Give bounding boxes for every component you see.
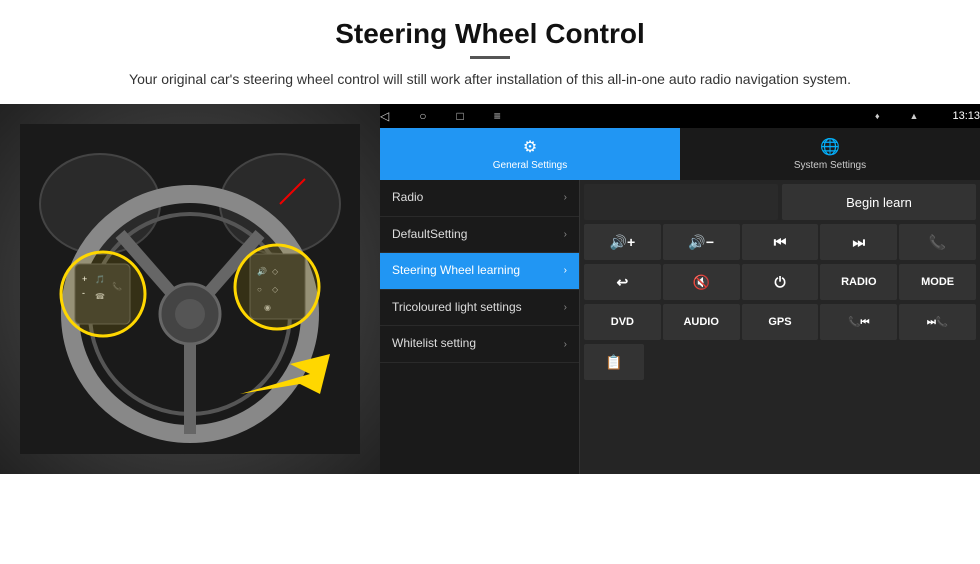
- next-button[interactable]: ⏭: [820, 224, 897, 260]
- chevron-right-icon: ›: [564, 229, 567, 240]
- square-icon[interactable]: □: [456, 109, 463, 123]
- gps-button[interactable]: GPS: [742, 304, 819, 340]
- mute-button[interactable]: 🔇: [663, 264, 740, 300]
- tab-bar: ⚙ General Settings 🌐 System Settings: [380, 128, 980, 180]
- chevron-right-icon: ›: [564, 192, 567, 203]
- car-image-section: + - 🎵 ☎ 📞 🔊 ◇ ○ ◇ ◉: [0, 104, 380, 474]
- radio-button[interactable]: RADIO: [820, 264, 897, 300]
- call-prev-button[interactable]: 📞⏮: [820, 304, 897, 340]
- phone-icon: 📞: [929, 234, 946, 251]
- prev-icon: ⏮: [774, 234, 787, 251]
- right-panel: Begin learn 🔊+ 🔊− ⏮: [580, 180, 980, 474]
- system-settings-label: System Settings: [794, 160, 866, 171]
- mute-icon: 🔇: [692, 274, 709, 291]
- menu-item-default[interactable]: DefaultSetting ›: [380, 217, 579, 254]
- home-icon[interactable]: ○: [419, 109, 426, 123]
- menu-item-tricoloured[interactable]: Tricoloured light settings ›: [380, 290, 579, 327]
- header: Steering Wheel Control Your original car…: [0, 0, 980, 104]
- vol-up-button[interactable]: 🔊+: [584, 224, 661, 260]
- mode-button[interactable]: MODE: [899, 264, 976, 300]
- gps-label: GPS: [768, 316, 791, 328]
- page-title: Steering Wheel Control: [0, 0, 980, 56]
- empty-placeholder: [584, 184, 778, 220]
- begin-learn-label: Begin learn: [846, 195, 912, 210]
- subtitle: Your original car's steering wheel contr…: [0, 69, 980, 104]
- general-settings-label: General Settings: [493, 160, 568, 171]
- content-area: + - 🎵 ☎ 📞 🔊 ◇ ○ ◇ ◉: [0, 104, 980, 474]
- chevron-right-icon: ›: [564, 302, 567, 313]
- dvd-button[interactable]: DVD: [584, 304, 661, 340]
- chevron-right-icon: ›: [564, 265, 567, 276]
- signal-icon: ▲: [910, 111, 919, 121]
- call-next-button[interactable]: ⏭📞: [899, 304, 976, 340]
- audio-button[interactable]: AUDIO: [663, 304, 740, 340]
- menu-item-radio-label: Radio: [392, 190, 564, 206]
- menu-item-steering-label: Steering Wheel learning: [392, 263, 564, 279]
- settings-area: Radio › DefaultSetting › Steering Wheel …: [380, 180, 980, 474]
- location-icon: ♦: [875, 111, 880, 121]
- dvd-label: DVD: [611, 316, 634, 328]
- mode-label: MODE: [921, 276, 954, 288]
- controls-row-2: ↩ 🔇 ⏻ RADIO MODE: [584, 264, 976, 300]
- menu-item-steering[interactable]: Steering Wheel learning ›: [380, 253, 579, 290]
- nav-bar: ◁ ○ □ ≡ ♦ ▲ 13:13: [380, 104, 980, 128]
- chevron-right-icon: ›: [564, 339, 567, 350]
- call-next-icon: ⏭📞: [927, 317, 948, 328]
- menu-list: Radio › DefaultSetting › Steering Wheel …: [380, 180, 580, 474]
- back-icon[interactable]: ◁: [380, 109, 389, 123]
- vol-up-icon: 🔊+: [610, 234, 636, 251]
- tab-system[interactable]: 🌐 System Settings: [680, 128, 980, 180]
- list-button[interactable]: 📋: [584, 344, 644, 380]
- car-background: + - 🎵 ☎ 📞 🔊 ◇ ○ ◇ ◉: [0, 104, 380, 474]
- call-prev-icon: 📞⏮: [848, 317, 869, 328]
- menu-item-radio[interactable]: Radio ›: [380, 180, 579, 217]
- vol-down-button[interactable]: 🔊−: [663, 224, 740, 260]
- begin-learn-button[interactable]: Begin learn: [782, 184, 976, 220]
- steering-wheel-svg: + - 🎵 ☎ 📞 🔊 ◇ ○ ◇ ◉: [20, 124, 360, 454]
- prev-button[interactable]: ⏮: [742, 224, 819, 260]
- audio-label: AUDIO: [683, 316, 718, 328]
- time-display: 13:13: [952, 110, 980, 122]
- controls-row-1: 🔊+ 🔊− ⏮ ⏭ 📞: [584, 224, 976, 260]
- answer-button[interactable]: ↩: [584, 264, 661, 300]
- vol-down-icon: 🔊−: [688, 234, 714, 251]
- power-button[interactable]: ⏻: [742, 264, 819, 300]
- android-screen: ◁ ○ □ ≡ ♦ ▲ 13:13 ⚙ General Settings 🌐 S…: [380, 104, 980, 474]
- next-icon: ⏭: [852, 234, 865, 251]
- menu-item-whitelist-label: Whitelist setting: [392, 336, 564, 352]
- list-icon: 📋: [605, 354, 622, 371]
- menu-icon[interactable]: ≡: [494, 109, 501, 123]
- radio-label: RADIO: [841, 276, 876, 288]
- general-settings-icon: ⚙: [523, 137, 537, 157]
- tab-general[interactable]: ⚙ General Settings: [380, 128, 680, 180]
- controls-row-3: DVD AUDIO GPS 📞⏮ ⏭📞: [584, 304, 976, 340]
- menu-item-tricoloured-label: Tricoloured light settings: [392, 300, 564, 316]
- controls-row-4: 📋: [584, 344, 976, 380]
- system-settings-icon: 🌐: [820, 137, 840, 157]
- power-icon: ⏻: [774, 274, 785, 291]
- title-divider: [470, 56, 510, 59]
- page-wrapper: Steering Wheel Control Your original car…: [0, 0, 980, 474]
- menu-item-whitelist[interactable]: Whitelist setting ›: [380, 326, 579, 363]
- menu-item-default-label: DefaultSetting: [392, 227, 564, 243]
- top-row: Begin learn: [584, 184, 976, 220]
- call-button[interactable]: 📞: [899, 224, 976, 260]
- answer-icon: ↩: [617, 274, 629, 291]
